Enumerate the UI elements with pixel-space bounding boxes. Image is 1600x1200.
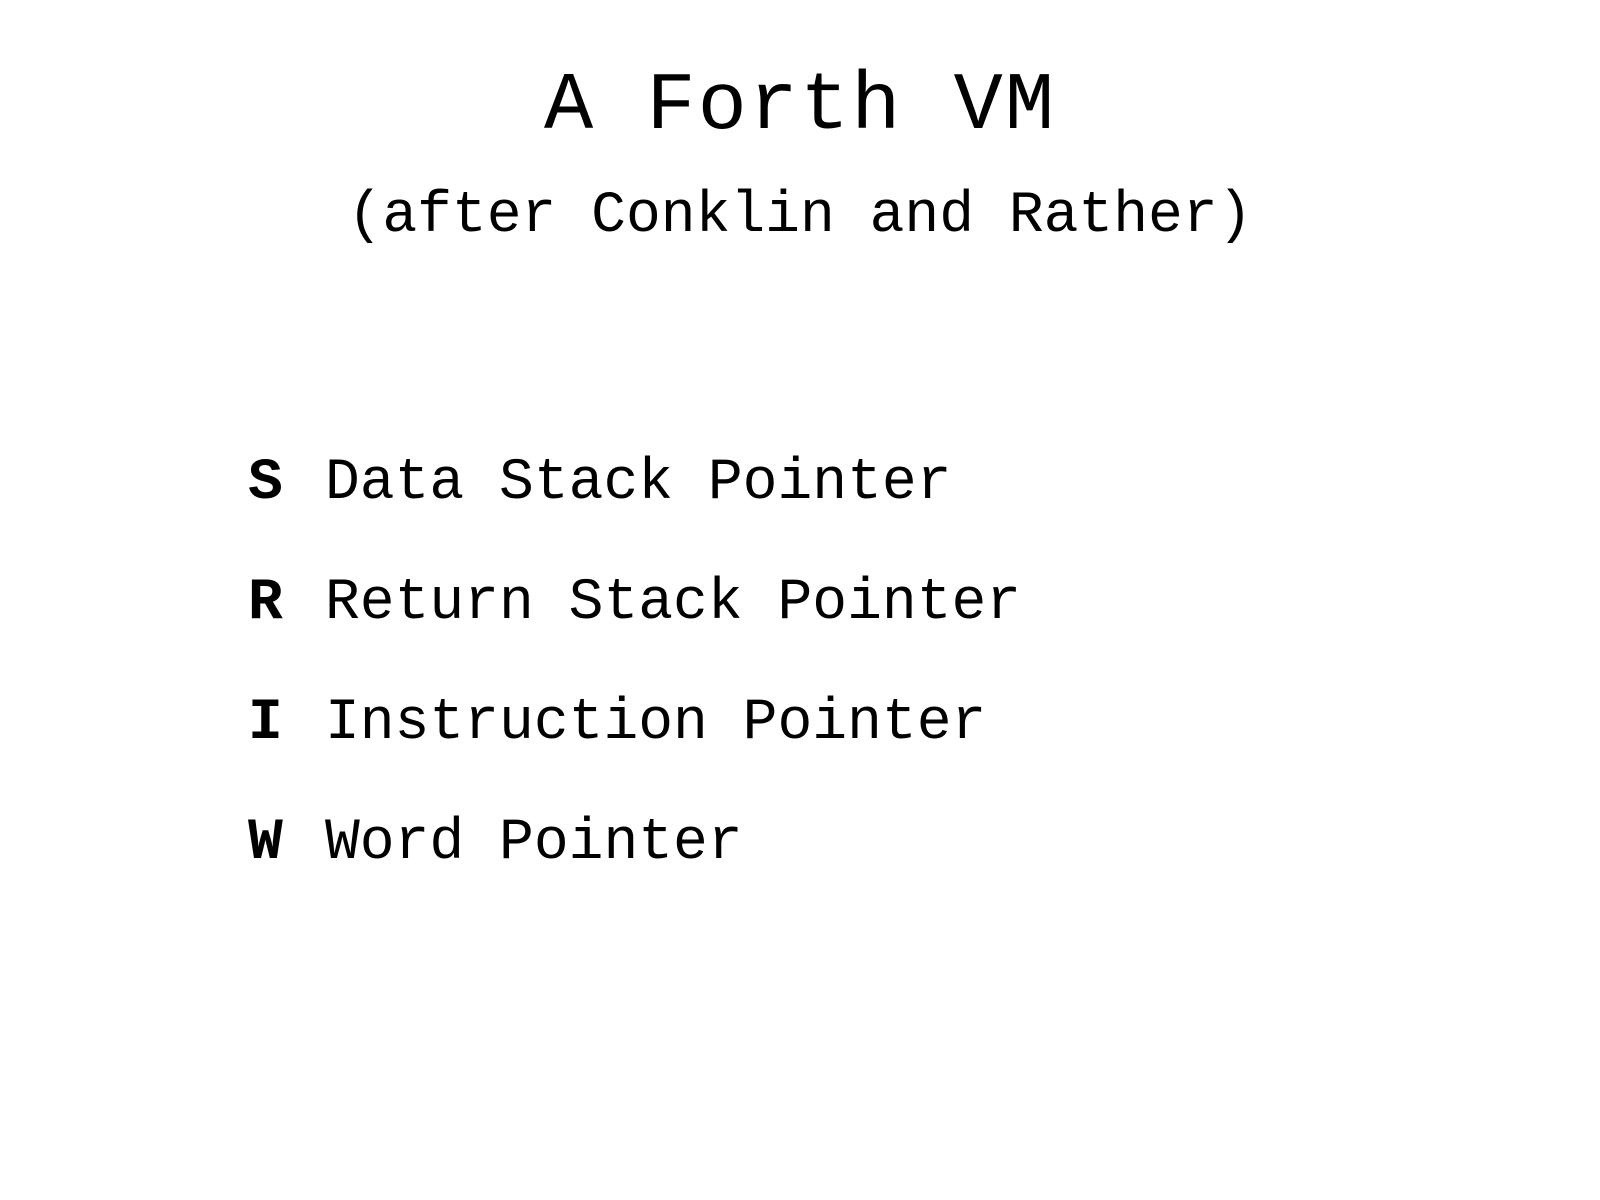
register-list: S Data Stack Pointer R Return Stack Poin… [248,455,1021,935]
register-row-s: S Data Stack Pointer [248,455,1021,575]
register-letter: R [248,571,283,636]
register-letter: I [248,691,283,756]
register-letter: S [248,451,283,516]
register-description: Return Stack Pointer [325,571,1022,636]
register-letter: W [248,811,283,876]
register-row-r: R Return Stack Pointer [248,575,1021,695]
register-description: Data Stack Pointer [325,451,952,516]
slide-subtitle: (after Conklin and Rather) [347,184,1253,249]
register-row-w: W Word Pointer [248,815,1021,935]
slide: A Forth VM (after Conklin and Rather) S … [0,0,1600,1200]
register-description: Word Pointer [325,811,743,876]
register-row-i: I Instruction Pointer [248,695,1021,815]
slide-title: A Forth VM [543,60,1057,153]
register-description: Instruction Pointer [325,691,987,756]
